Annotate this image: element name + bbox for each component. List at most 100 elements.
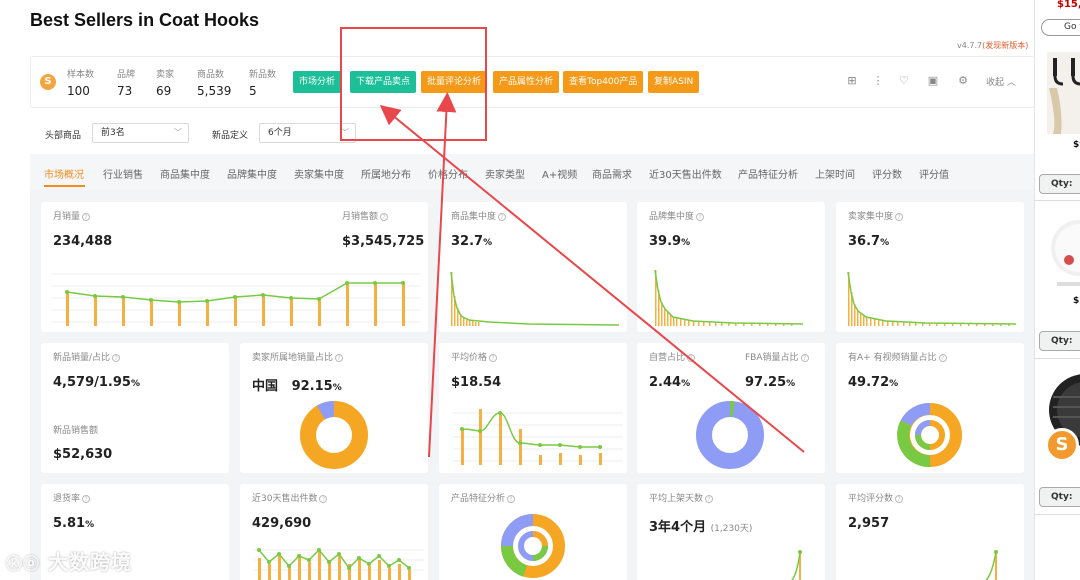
tab-seller-type[interactable]: 卖家类型 [485,166,525,181]
aplus-value: 49.72% [848,375,899,390]
help-icon: ? [380,212,389,221]
active-tab-indicator [44,185,85,187]
watermark-text: 大数跨境 [47,550,132,574]
sold-30days-chart [254,548,424,580]
card-average-price: 平均价格? $18.54 [439,343,627,473]
batch-review-analysis-button[interactable]: 批量评论分析 [421,71,488,93]
stat-sellers: 卖家 69 [156,67,174,98]
help-icon: ? [687,353,696,362]
version-label[interactable]: v4.7.7(发现新版本) [957,40,1028,51]
plugin-logo-icon: S [40,74,56,90]
product-attribute-analysis-button[interactable]: 产品属性分析 [493,71,560,93]
tab-aplus-video[interactable]: A+视频 [542,166,577,181]
card-product-concentration: 商品集中度? 32.7% [439,202,627,332]
help-icon: ? [800,353,809,362]
feature-donut [500,514,565,578]
new-product-def-value: 6个月 [268,128,292,138]
product-concentration-chart [450,271,619,326]
listing-days-chart [791,550,802,580]
collapse-toggle[interactable]: 收起 ︿ [986,75,1016,88]
head-products-label: 头部商品 [45,131,82,141]
card-avg-listing-days: 平均上架天数? 3年4个月 (1,230天) [637,484,825,580]
divider [1035,200,1080,201]
card-feature-analysis: 产品特征分析? [439,484,627,580]
chevron-down-icon: ﹀ [341,128,349,137]
collapse-label: 收起 [986,78,1005,88]
more-icon[interactable]: ⋮ [872,75,884,87]
stat-new-products: 新品数 5 [249,67,276,98]
new-product-sales-value: 4,579/1.95% [53,375,140,390]
fba-donut [696,401,764,469]
sales-trend-chart [51,273,421,326]
help-icon: ? [82,212,91,221]
stat-label: 样本数 [67,70,95,80]
card-title: FBA销量占比? [745,350,809,363]
tab-brand-concentration[interactable]: 品牌集中度 [227,166,277,181]
stat-value: 69 [156,84,172,98]
screen: Best Sellers in Coat Hooks v4.7.7(发现新版本)… [0,0,1080,580]
tab-review-count[interactable]: 评分数 [872,166,902,181]
go-to-cart-button[interactable]: Go t [1041,19,1080,36]
card-self-operated: 自营占比? 2.44% FBA销量占比? 97.25% [637,343,825,473]
seller-region-donut [300,401,368,469]
watermark-logo-icon: ⓚⓞ [6,554,41,573]
help-icon: ? [112,353,121,362]
monthly-sales-value: 234,488 [53,234,113,249]
stat-brands: 品牌 73 [117,67,135,98]
stat-label: 品牌 [117,70,136,80]
sold-30days-value: 429,690 [252,516,312,531]
tab-sold-30days[interactable]: 近30天售出件数 [649,166,722,181]
product-price: $2 [1073,296,1080,306]
tab-listing-time[interactable]: 上架时间 [815,166,855,181]
tab-seller-concentration[interactable]: 卖家集中度 [294,166,344,181]
product-sidebar: $15, Go t $9 Qty: $2 Qty: S Qty: [1034,0,1080,580]
card-title: 商品集中度? [451,209,507,222]
help-icon: ? [938,353,947,362]
grid-icon[interactable]: ⊞ [846,75,858,87]
stat-label: 商品数 [197,70,225,80]
top400-products-button[interactable]: 查看Top400产品 [563,71,644,93]
coat-hook-product-image[interactable] [1043,52,1080,134]
tab-product-concentration[interactable]: 商品集中度 [160,166,210,181]
hook-product-image[interactable] [1043,212,1080,292]
tab-region-distribution[interactable]: 所属地分布 [361,166,411,181]
heart-icon[interactable]: ♡ [898,75,910,87]
video-icon[interactable]: ▣ [927,75,939,87]
new-version-link[interactable]: (发现新版本) [982,41,1028,50]
quantity-select[interactable]: Qty: [1039,174,1080,194]
new-product-def-select[interactable]: 6个月 ﹀ [259,123,356,143]
self-operated-value: 2.44% [649,375,691,390]
chevron-down-icon: ﹀ [174,128,182,137]
version-number: v4.7.7 [957,41,983,50]
card-title: 卖家集中度? [848,209,904,222]
tab-market-overview[interactable]: 市场概况 [44,166,84,181]
stat-value: 73 [117,84,133,98]
stat-products: 商品数 5,539 [197,67,231,98]
product-price: $9 [1073,140,1080,150]
tab-price-distribution[interactable]: 价格分布 [428,166,468,181]
analysis-tabs: 市场概况 行业销售 商品集中度 品牌集中度 卖家集中度 所属地分布 价格分布 卖… [30,154,1035,189]
quantity-select[interactable]: Qty: [1039,331,1080,351]
divider [1035,514,1080,515]
review-count-chart [985,550,998,580]
head-products-value: 前3名 [101,128,125,138]
product-concentration-value: 32.7% [451,234,493,249]
card-title: 新品销量/占比? [53,350,121,363]
tab-product-demand[interactable]: 商品需求 [592,166,632,181]
divider [1035,358,1080,359]
card-seller-region: 卖家所属地销量占比? 中国 92.15% [240,343,428,473]
market-analysis-button[interactable]: 市场分析 [293,71,342,93]
settings-icon[interactable]: ⚙ [957,75,969,87]
card-aplus-video: 有A+ 有视频销量占比? 49.72% [836,343,1024,473]
copy-asin-button[interactable]: 复制ASIN [648,71,700,93]
head-products-select[interactable]: 前3名 ﹀ [92,123,189,143]
tab-industry-sales[interactable]: 行业销售 [103,166,143,181]
aplus-donut [897,403,962,467]
download-selling-points-button[interactable]: 下载产品卖点 [350,71,417,93]
quantity-select[interactable]: Qty: [1039,487,1080,507]
average-price-value: $18.54 [451,375,502,390]
plugin-logo-icon[interactable]: S [1045,428,1079,462]
tab-rating[interactable]: 评分值 [919,166,949,181]
tab-feature-analysis[interactable]: 产品特征分析 [738,166,798,181]
card-title: 近30天售出件数? [252,491,328,504]
